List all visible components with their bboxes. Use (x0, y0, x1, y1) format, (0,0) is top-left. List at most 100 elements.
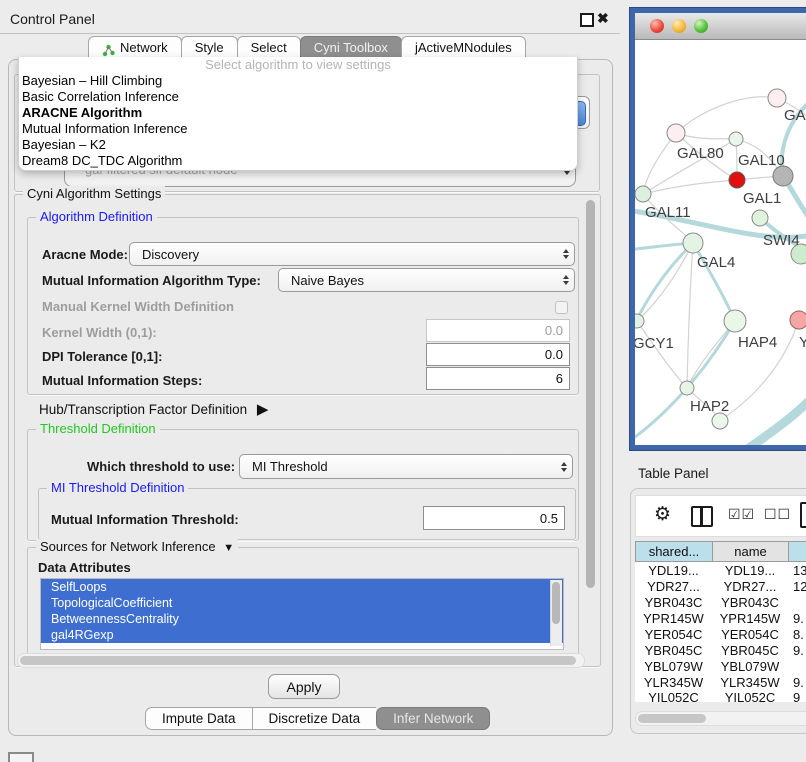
column-header-clipped[interactable] (788, 541, 806, 562)
table-row-clipped[interactable]: YIL052C YIL052C 9 (635, 690, 806, 702)
dropdown-item[interactable]: Bayesian – Hill Climbing (19, 73, 577, 89)
table-row[interactable]: YER054C YER054C 8. (635, 626, 806, 642)
cell-value (788, 658, 806, 674)
algorithm-definition-title: Algorithm Definition (36, 209, 157, 224)
mi-type-value: Naive Bayes (291, 273, 364, 288)
node-gray[interactable] (773, 166, 793, 186)
mi-steps-field[interactable]: 6 (426, 367, 570, 390)
close-icon[interactable]: ✖ (597, 10, 609, 27)
table-row[interactable]: YBL079W YBL079W (635, 658, 806, 674)
attribute-item[interactable]: BetweennessCentrality (41, 611, 563, 627)
network-canvas[interactable]: GAL GAL80 GAL10 GAL1 GAL11 SWI4 GAL4 GCY… (635, 39, 806, 445)
node-bottom[interactable] (712, 413, 728, 429)
zoom-traffic-light-icon[interactable] (694, 19, 708, 33)
tab-label: Style (195, 37, 224, 59)
tab-label: Network (120, 37, 168, 59)
tab-style[interactable]: Style (181, 36, 238, 59)
node-label: GCY1 (635, 335, 674, 352)
checked-checkboxes-icon[interactable]: ☑☑ (728, 507, 755, 523)
list-scrollbar[interactable] (550, 580, 562, 646)
node-hap4[interactable] (724, 310, 746, 332)
aracne-mode-combo[interactable]: Discovery (129, 242, 575, 266)
collapse-arrow-icon: ▼ (223, 542, 234, 554)
network-view-window[interactable]: GAL GAL80 GAL10 GAL1 GAL11 SWI4 GAL4 GCY… (630, 8, 806, 450)
apply-button[interactable]: Apply (268, 674, 340, 699)
node-gcy1[interactable] (635, 314, 644, 328)
node-gal-top[interactable] (768, 89, 786, 107)
collapsed-panel-stub[interactable] (8, 752, 34, 762)
table-horizontal-scrollbar[interactable] (635, 711, 806, 726)
data-attributes-label: Data Attributes (38, 560, 131, 575)
tab-jactivemnodules[interactable]: jActiveMNodules (401, 36, 526, 59)
attribute-item[interactable]: TopologicalCoefficient (41, 595, 563, 611)
dpi-tolerance-value: 0.0 (545, 347, 563, 362)
node-salmon[interactable] (790, 311, 806, 329)
edge (687, 242, 693, 388)
node-gal10[interactable] (729, 132, 743, 146)
dropdown-item[interactable]: Bayesian – K2 (19, 137, 577, 153)
sources-title-label: Sources for Network Inference (40, 539, 216, 554)
expand-arrow-icon: ▶ (257, 401, 269, 418)
tab-discretize-data[interactable]: Discretize Data (252, 707, 377, 730)
node-gal4[interactable] (683, 233, 703, 253)
attribute-item[interactable]: SelfLoops (41, 579, 563, 595)
edge (746, 398, 806, 445)
tab-label: Impute Data (162, 711, 236, 726)
new-document-icon[interactable] (800, 502, 806, 528)
tab-label: Cyni Toolbox (314, 37, 388, 59)
node-gal1-selected[interactable] (729, 172, 745, 188)
dropdown-item[interactable]: Mutual Information Inference (19, 121, 577, 137)
data-attributes-list[interactable]: SelfLoops TopologicalCoefficient Between… (40, 578, 564, 650)
table-toolbar: ⚙ ☑☑ ☐☐ (635, 495, 806, 537)
table-row[interactable]: YBR043C YBR043C (635, 594, 806, 610)
table-row[interactable]: YLR345W YLR345W 9. (635, 674, 806, 690)
table-row[interactable]: YDL19... YDL19... 13 (635, 562, 806, 578)
tab-network[interactable]: Network (88, 36, 182, 59)
node-gal80[interactable] (667, 124, 685, 142)
which-threshold-combo[interactable]: MI Threshold (239, 454, 573, 479)
minimize-traffic-light-icon[interactable] (672, 19, 686, 33)
node-label: GAL80 (677, 145, 724, 162)
column-header-shared-name[interactable]: shared... (635, 541, 712, 562)
attribute-item[interactable]: gal4RGexp (41, 627, 563, 643)
kernel-width-field[interactable]: 0.0 (426, 319, 570, 342)
cell-shared: YBR043C (635, 594, 712, 610)
tab-cyni-toolbox[interactable]: Cyni Toolbox (300, 36, 402, 59)
apply-label: Apply (286, 679, 321, 695)
settings-horizontal-scrollbar[interactable] (17, 653, 585, 668)
node-label: GAL4 (697, 254, 735, 271)
unchecked-checkboxes-icon[interactable]: ☐☐ (764, 507, 791, 523)
dropdown-item[interactable]: Basic Correlation Inference (19, 89, 577, 105)
mi-type-combo[interactable]: Naive Bayes (278, 268, 575, 292)
bottom-tabbar: Impute Data Discretize Data Infer Networ… (145, 707, 490, 730)
cell-name: YBR043C (712, 594, 788, 610)
settings-vertical-scrollbar[interactable] (586, 200, 595, 588)
manual-kernel-checkbox[interactable] (555, 301, 568, 314)
edge (637, 242, 693, 321)
node-swi4[interactable] (752, 210, 768, 226)
column-view-icon[interactable] (691, 506, 713, 527)
hub-definition-toggle[interactable]: Hub/Transcription Factor Definition ▶ (39, 400, 268, 418)
gear-icon[interactable]: ⚙ (654, 503, 671, 525)
float-window-icon[interactable] (580, 13, 594, 27)
dpi-tolerance-field[interactable]: 0.0 (426, 343, 570, 366)
kernel-width-label: Kernel Width (0,1): (42, 325, 157, 340)
column-header-name[interactable]: name (712, 541, 788, 562)
node-hap2[interactable] (680, 381, 694, 395)
tab-select[interactable]: Select (237, 36, 301, 59)
cell-value: 9 (788, 690, 806, 702)
table-row[interactable]: YDR27... YDR27... 12 (635, 578, 806, 594)
tab-infer-network[interactable]: Infer Network (376, 707, 490, 730)
table-row[interactable]: YPR145W YPR145W 9. (635, 610, 806, 626)
table-row[interactable]: YBR045C YBR045C 9. (635, 642, 806, 658)
dropdown-item-selected[interactable]: ARACNE Algorithm (19, 105, 577, 121)
node-gal11[interactable] (635, 186, 651, 202)
tab-impute-data[interactable]: Impute Data (145, 707, 252, 730)
node-label: HAP2 (690, 398, 729, 415)
sources-group-title[interactable]: Sources for Network Inference ▼ (36, 539, 238, 554)
mi-threshold-field[interactable]: 0.5 (423, 506, 565, 530)
stepper-icon (563, 249, 569, 259)
dropdown-item[interactable]: Dream8 DC_TDC Algorithm (19, 153, 577, 169)
close-traffic-light-icon[interactable] (650, 19, 664, 33)
table-panel-title: Table Panel (638, 466, 709, 481)
